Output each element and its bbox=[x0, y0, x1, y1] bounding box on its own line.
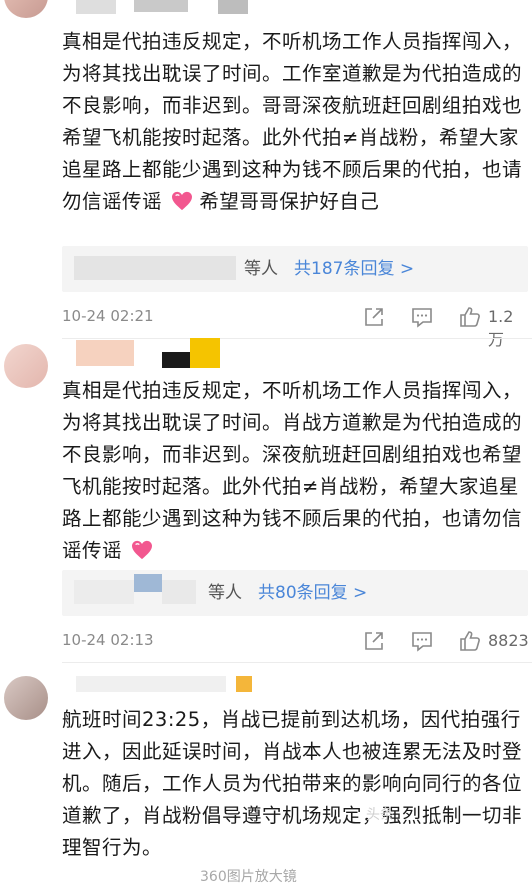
comment-icon[interactable] bbox=[410, 629, 434, 653]
comment-meta: 10-24 02:13 8823 bbox=[62, 626, 529, 656]
avatar[interactable] bbox=[4, 676, 48, 720]
badge-mosaic bbox=[190, 338, 220, 368]
comment-text: 真相是代拍违反规定，不听机场工作人员指挥闯入，为将其找出耽误了时间。肖战方道歉是… bbox=[62, 375, 528, 567]
reply-count-link[interactable]: 共187条回复 > bbox=[294, 246, 414, 292]
avatar[interactable] bbox=[4, 344, 48, 388]
share-icon[interactable] bbox=[362, 305, 386, 329]
watermark: 头条 bbox=[366, 807, 394, 823]
divider bbox=[62, 338, 532, 339]
badge-mosaic bbox=[236, 676, 252, 692]
comment-text-main: 航班时间23:25，肖战已提前到达机场，因代拍强行进入，因此延误时间，肖战本人也… bbox=[62, 708, 523, 859]
comment-time: 10-24 02:21 bbox=[62, 307, 154, 325]
badge-mosaic bbox=[218, 0, 248, 14]
username-mosaic bbox=[134, 0, 188, 12]
username-mosaic[interactable] bbox=[76, 676, 226, 692]
replier-names-mosaic bbox=[162, 580, 196, 604]
reply-count-link[interactable]: 共80条回复 > bbox=[258, 570, 367, 616]
like-icon[interactable] bbox=[458, 305, 482, 329]
like-count: 1.2万 bbox=[488, 307, 514, 349]
replier-names-mosaic bbox=[134, 574, 162, 592]
replier-names-mosaic bbox=[74, 256, 236, 280]
reply-summary[interactable]: 等人 共187条回复 > bbox=[62, 246, 528, 292]
replier-names-mosaic bbox=[74, 580, 134, 604]
heart-emoji-icon bbox=[171, 191, 192, 211]
like-count: 8823 bbox=[488, 631, 529, 650]
comment-text-main: 真相是代拍违反规定，不听机场工作人员指挥闯入，为将其找出耽误了时间。工作室道歉是… bbox=[62, 30, 523, 213]
comment-meta: 10-24 02:21 1.2万 bbox=[62, 302, 528, 349]
username-mosaic[interactable] bbox=[76, 340, 134, 366]
like-icon[interactable] bbox=[458, 629, 482, 653]
comment-text-tail: 希望哥哥保护好自己 bbox=[199, 190, 380, 213]
heart-emoji-icon bbox=[131, 540, 152, 560]
comment-text: 航班时间23:25，肖战已提前到达机场，因代拍强行进入，因此延误时间，肖战本人也… bbox=[62, 704, 528, 864]
comment-text-main: 真相是代拍违反规定，不听机场工作人员指挥闯入，为将其找出耽误了时间。肖战方道歉是… bbox=[62, 379, 523, 562]
reply-summary[interactable]: 等人 共80条回复 > bbox=[62, 570, 528, 616]
comment-icon[interactable] bbox=[410, 305, 434, 329]
reply-who: 等人 bbox=[244, 259, 278, 279]
username-mosaic[interactable] bbox=[76, 0, 116, 14]
reply-who: 等人 bbox=[208, 583, 242, 603]
avatar[interactable] bbox=[4, 0, 48, 18]
comment-text: 真相是代拍违反规定，不听机场工作人员指挥闯入，为将其找出耽误了时间。工作室道歉是… bbox=[62, 26, 528, 218]
cutoff-caption: 360图片放大镜 bbox=[200, 869, 297, 885]
username-mosaic bbox=[162, 352, 190, 368]
share-icon[interactable] bbox=[362, 629, 386, 653]
divider bbox=[62, 662, 532, 663]
comment-time: 10-24 02:13 bbox=[62, 631, 154, 649]
